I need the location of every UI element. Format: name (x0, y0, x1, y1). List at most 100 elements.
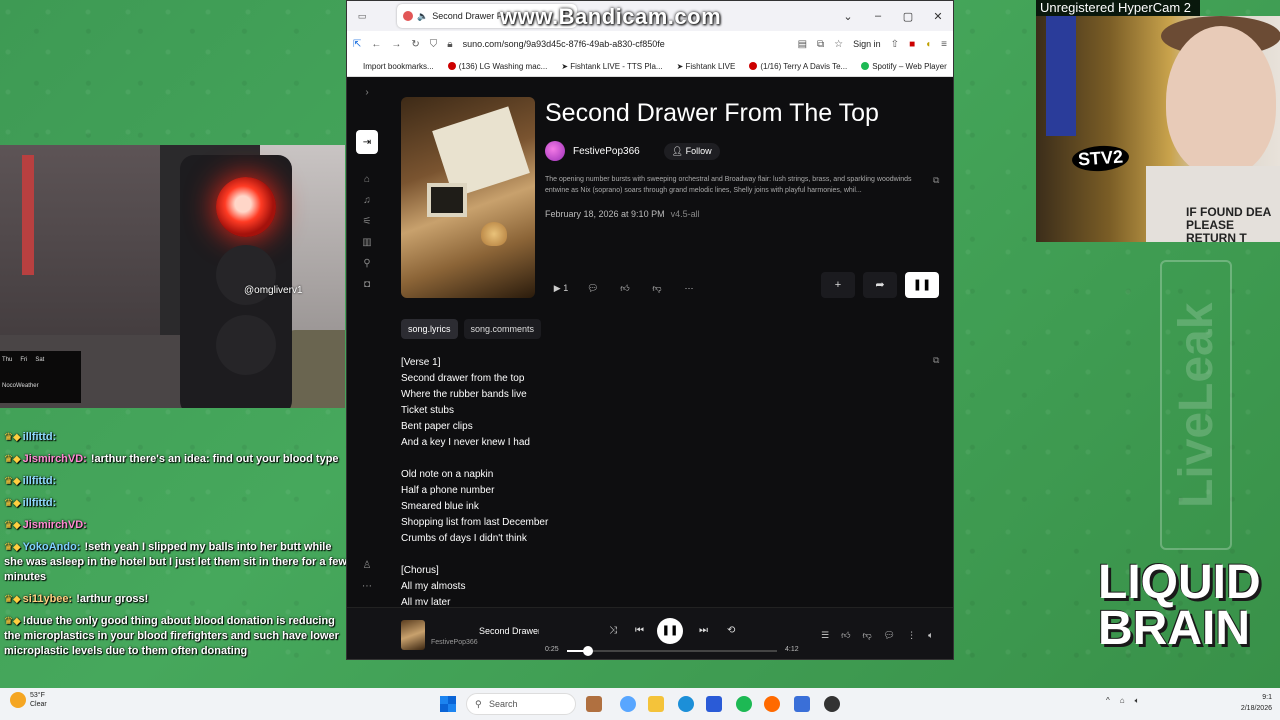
dislike-icon[interactable]: 👎︎ (862, 630, 871, 641)
queue-icon[interactable]: ☰ (821, 630, 829, 641)
repeat-icon[interactable]: ⟲ (727, 625, 735, 636)
firefox-icon[interactable] (764, 696, 780, 712)
bookmark-item[interactable]: Import bookmarks... (363, 62, 434, 71)
ublock-icon[interactable]: ■ (909, 39, 915, 50)
copy-icon[interactable]: ⧉ (933, 175, 939, 186)
speaker-icon[interactable]: 🔈 (417, 11, 428, 22)
spotify-icon[interactable] (736, 696, 752, 712)
bookmark-item[interactable]: (1/16) Terry A Davis Te... (749, 62, 847, 71)
account-icon[interactable]: ♙ (363, 560, 372, 571)
chat-message: ♛◆ JismirchVD: !arthur there's an idea: fi… (0, 452, 355, 467)
player-artist[interactable]: FestivePop366 (431, 639, 478, 646)
chat-username[interactable]: illfittd: (23, 475, 57, 487)
notifications-icon[interactable]: ◘ (364, 279, 370, 290)
network-icon[interactable]: ⌂ (1120, 696, 1125, 706)
chat-username[interactable]: illfittd: (23, 497, 57, 509)
back-icon[interactable]: ← (371, 39, 381, 50)
address-bar[interactable]: suno.com/song/9a93d45c-87f6-49ab-a830-cf… (463, 39, 788, 49)
taskbar-weather[interactable]: 53°F Clear (10, 691, 47, 709)
next-icon[interactable]: ⏭︎ (699, 625, 708, 636)
start-icon[interactable] (440, 696, 456, 712)
player-cover[interactable] (401, 620, 425, 650)
more-options-icon[interactable]: ··· (678, 280, 700, 296)
play-pause-button[interactable]: ❚❚ (657, 618, 683, 644)
player-bar: Second Drawer From The Top FestivePop366… (347, 607, 953, 659)
bookmark-star-icon[interactable]: ☆ (834, 39, 843, 50)
menu-icon[interactable]: ≡ (941, 39, 947, 50)
audio-icon[interactable]: ◖ (925, 39, 931, 50)
like-icon[interactable]: 👍︎ (841, 630, 850, 641)
window-app-icon[interactable] (794, 696, 810, 712)
copilot-icon[interactable] (620, 696, 636, 712)
artist-avatar[interactable] (545, 141, 565, 161)
create-icon[interactable]: ♫ (363, 195, 371, 206)
chat-username[interactable]: illfittd: (23, 431, 57, 443)
lyric-line: Half a phone number (401, 485, 495, 496)
player-title[interactable]: Second Drawer From The Top (479, 626, 539, 636)
minimize-button[interactable]: – (863, 10, 893, 22)
system-tray: ^ ⌂ 🔈︎ (1106, 696, 1139, 706)
shuffle-icon[interactable]: ⤨ (609, 625, 617, 636)
comment-icon[interactable]: 💬︎ (884, 630, 895, 641)
tab-list-icon[interactable]: ▭ (347, 11, 377, 22)
dislike-icon[interactable]: 👎︎ (646, 280, 668, 296)
play-count-button[interactable]: ▶ 1 (550, 280, 572, 296)
copy-lyrics-icon[interactable]: ⧉ (933, 355, 939, 366)
tab-lyrics[interactable]: song.lyrics (401, 319, 458, 339)
sign-in-button[interactable]: Sign in (853, 39, 881, 49)
chat-message: ♛◆ YokoAndo: !seth yeah I slipped my balls… (0, 540, 355, 585)
chat-username[interactable]: JismirchVD: (23, 519, 87, 531)
tab-comments[interactable]: song.comments (463, 319, 542, 339)
shield-icon[interactable]: ⛉ (430, 39, 438, 50)
collapse-sidebar-icon[interactable]: ⇥ (356, 130, 378, 154)
volume-tray-icon[interactable]: 🔈︎ (1135, 696, 1140, 706)
obs-icon[interactable] (824, 696, 840, 712)
chat-username[interactable]: si11ybee: (23, 593, 73, 605)
bookmark-item[interactable]: ➤ Fishtank LIVE (677, 62, 736, 71)
tray-overflow-icon[interactable]: ^ (1106, 696, 1110, 706)
progress-track[interactable] (567, 646, 777, 656)
reload-icon[interactable]: ↻ (411, 39, 419, 50)
artist-name[interactable]: FestivePop366 (573, 146, 640, 157)
tab-dropdown-icon[interactable]: ⌄ (833, 10, 863, 23)
store-icon[interactable] (706, 696, 722, 712)
lock-icon[interactable]: 🔒︎ (447, 39, 452, 50)
studio-icon[interactable]: ⚟ (363, 216, 372, 227)
bookmark-item[interactable]: ➤ Fishtank LIVE - TTS Pla... (561, 62, 662, 71)
follow-button[interactable]: 👤︎ Follow (663, 142, 720, 160)
song-date: February 18, 2026 at 9:10 PM v4.5-all (545, 209, 700, 219)
share-screen-icon[interactable]: ⧉ (817, 39, 824, 50)
liquid-brain-logo: LIQUID BRAIN (1098, 556, 1261, 655)
volume-icon[interactable]: 🔈︎ (928, 630, 933, 641)
add-icon[interactable]: + (821, 272, 855, 298)
red-light (216, 177, 276, 237)
chat-username[interactable]: YokoAndo: (23, 541, 81, 553)
taskbar-search[interactable]: ⚲ Search (466, 693, 576, 715)
song-cover-art[interactable] (401, 97, 535, 298)
more-icon[interactable]: ⋮ (907, 630, 916, 641)
home-icon[interactable]: ⌂ (364, 174, 370, 185)
more-icon[interactable]: ⋯ (362, 581, 372, 592)
taskbar-clock[interactable]: 9:1 2/18/2026 (1226, 692, 1272, 714)
previous-icon[interactable]: ⏮︎ (635, 625, 644, 636)
edge-icon[interactable] (678, 696, 694, 712)
bookmark-item[interactable]: (136) LG Washing mac... (447, 62, 547, 71)
comment-icon[interactable]: 💬︎ (582, 280, 604, 296)
app-icon[interactable] (586, 696, 602, 712)
sidebar-toggle-icon[interactable]: ⇱ (353, 39, 361, 50)
reader-icon[interactable]: ▤ (798, 39, 807, 50)
extension-icon[interactable]: ⇧ (891, 39, 899, 50)
maximize-button[interactable]: ▢ (893, 10, 923, 23)
chat-username[interactable]: JismirchVD: (23, 453, 87, 465)
expand-icon[interactable]: › (365, 87, 368, 98)
bookmark-item[interactable]: Spotify – Web Player (861, 62, 947, 71)
progress-handle[interactable] (582, 646, 593, 656)
close-button[interactable]: ✕ (923, 10, 953, 23)
file-explorer-icon[interactable] (648, 696, 664, 712)
pause-button[interactable]: ❚❚ (905, 272, 939, 298)
like-icon[interactable]: 👍︎ (614, 280, 636, 296)
library-icon[interactable]: ▥ (362, 237, 371, 248)
forward-icon[interactable]: → (391, 39, 401, 50)
share-icon[interactable]: ➦ (863, 272, 897, 298)
search-icon[interactable]: ⚲ (363, 258, 370, 269)
